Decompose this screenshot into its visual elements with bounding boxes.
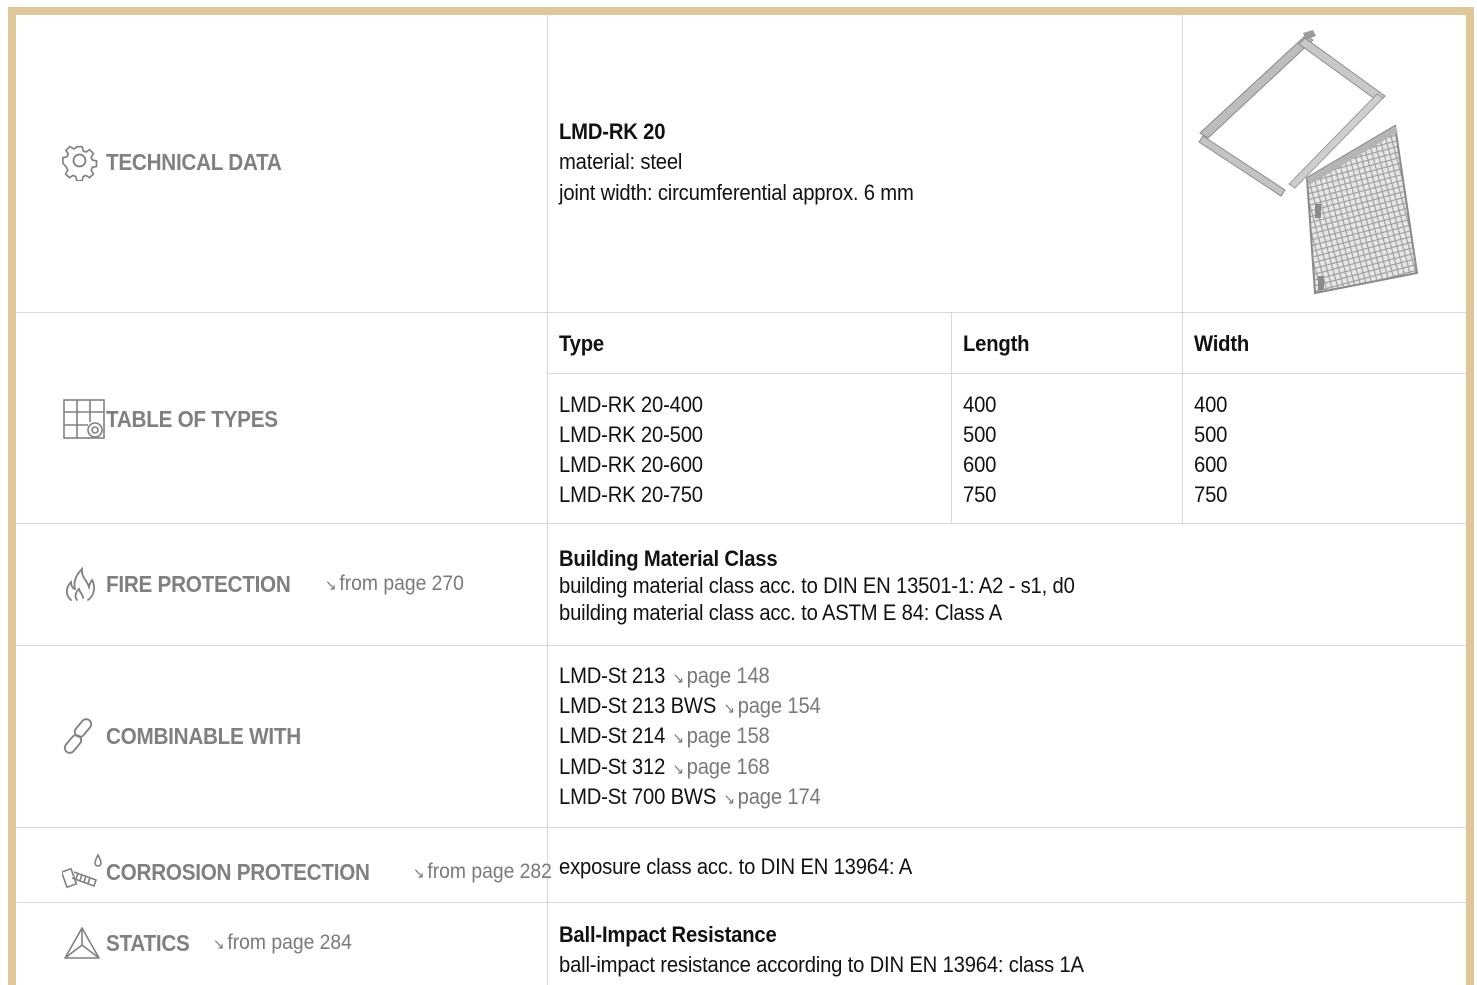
- width-cell: 750: [1194, 482, 1228, 507]
- table-gear-icon: [62, 399, 106, 439]
- page-reference-link[interactable]: ↘ page 154: [724, 693, 821, 718]
- combinable-with-label: COMBINABLE WITH: [62, 716, 323, 756]
- page-reference-link[interactable]: ↘ from page 270: [325, 572, 464, 596]
- fire-line: building material class acc. to DIN EN 1…: [559, 573, 1075, 598]
- material-line: material: steel: [559, 149, 683, 174]
- arrow-icon: ↘: [212, 936, 225, 953]
- section-title: CORROSION PROTECTION: [106, 858, 370, 885]
- section-title: FIRE PROTECTION: [106, 570, 291, 597]
- col-header-length: Length: [963, 331, 1030, 356]
- fire-line: building material class acc. to ASTM E 8…: [559, 600, 1003, 625]
- type-cell: LMD-RK 20-500: [559, 422, 703, 447]
- technical-data-label: TECHNICAL DATA: [62, 142, 301, 182]
- fire-protection-label: FIRE PROTECTION ↘ from page 270: [62, 564, 476, 604]
- types-header-divider: [548, 373, 1466, 374]
- access-panel-photo: [1195, 28, 1425, 298]
- types-col-divider: [951, 313, 952, 523]
- statics-text: ball-impact resistance according to DIN …: [559, 952, 1084, 977]
- length-cell: 750: [963, 482, 997, 507]
- screw-drop-icon: [62, 852, 106, 892]
- type-cell: LMD-RK 20-400: [559, 392, 703, 417]
- width-cell: 500: [1194, 422, 1228, 447]
- arrow-icon: ↘: [325, 577, 337, 594]
- page-reference-link[interactable]: ↘ from page 284: [213, 931, 352, 955]
- frame-left-border: [8, 7, 16, 985]
- length-cell: 400: [963, 392, 997, 417]
- gear-icon: [62, 142, 106, 182]
- width-cell: 600: [1194, 452, 1228, 477]
- statics-label: STATICS ↘ from page 284: [62, 923, 364, 963]
- section-title: COMBINABLE WITH: [106, 722, 301, 749]
- column-divider: [547, 15, 548, 985]
- corrosion-text: exposure class acc. to DIN EN 13964: A: [559, 854, 913, 879]
- combinable-item: LMD-St 213 ↘ page 148: [559, 663, 770, 688]
- page-reference-link[interactable]: ↘ page 174: [724, 784, 821, 809]
- fire-heading: Building Material Class: [559, 546, 778, 571]
- page-reference-link[interactable]: ↘ from page 282: [413, 860, 552, 884]
- col-header-width: Width: [1194, 331, 1250, 356]
- combinable-item: LMD-St 214 ↘ page 158: [559, 723, 770, 748]
- product-name: LMD-RK 20: [559, 119, 666, 144]
- frame-right-border: [1466, 7, 1474, 985]
- flame-icon: [62, 564, 106, 604]
- section-title: TABLE OF TYPES: [106, 405, 278, 432]
- frame-top-border: [8, 7, 1469, 15]
- arrow-icon: ↘: [413, 865, 425, 882]
- width-cell: 400: [1194, 392, 1228, 417]
- row-divider: [16, 645, 1466, 646]
- table-of-types-label: TABLE OF TYPES: [62, 399, 297, 439]
- page-reference-link[interactable]: ↘ page 158: [673, 723, 770, 748]
- triangle-frame-icon: [62, 923, 106, 963]
- type-cell: LMD-RK 20-750: [559, 482, 703, 507]
- statics-heading: Ball-Impact Resistance: [559, 922, 777, 947]
- corrosion-protection-label: CORROSION PROTECTION ↘ from page 282: [62, 852, 564, 892]
- combinable-item: LMD-St 700 BWS ↘ page 174: [559, 784, 821, 809]
- section-title: STATICS: [106, 929, 190, 956]
- row-divider: [16, 523, 1466, 524]
- page-reference-link[interactable]: ↘ page 168: [673, 754, 770, 779]
- section-title: TECHNICAL DATA: [106, 148, 282, 175]
- types-col-divider: [1182, 313, 1183, 523]
- page-reference-link[interactable]: ↘ page 148: [673, 663, 770, 688]
- chain-link-icon: [62, 716, 106, 756]
- col-header-type: Type: [559, 331, 605, 356]
- joint-width-line: joint width: circumferential approx. 6 m…: [559, 180, 914, 205]
- type-cell: LMD-RK 20-600: [559, 452, 703, 477]
- row-divider: [16, 827, 1466, 828]
- length-cell: 500: [963, 422, 997, 447]
- row-divider: [16, 902, 1466, 903]
- image-cell-divider: [1182, 15, 1183, 312]
- row-divider: [16, 312, 1466, 313]
- combinable-item: LMD-St 213 BWS ↘ page 154: [559, 693, 821, 718]
- combinable-item: LMD-St 312 ↘ page 168: [559, 754, 770, 779]
- length-cell: 600: [963, 452, 997, 477]
